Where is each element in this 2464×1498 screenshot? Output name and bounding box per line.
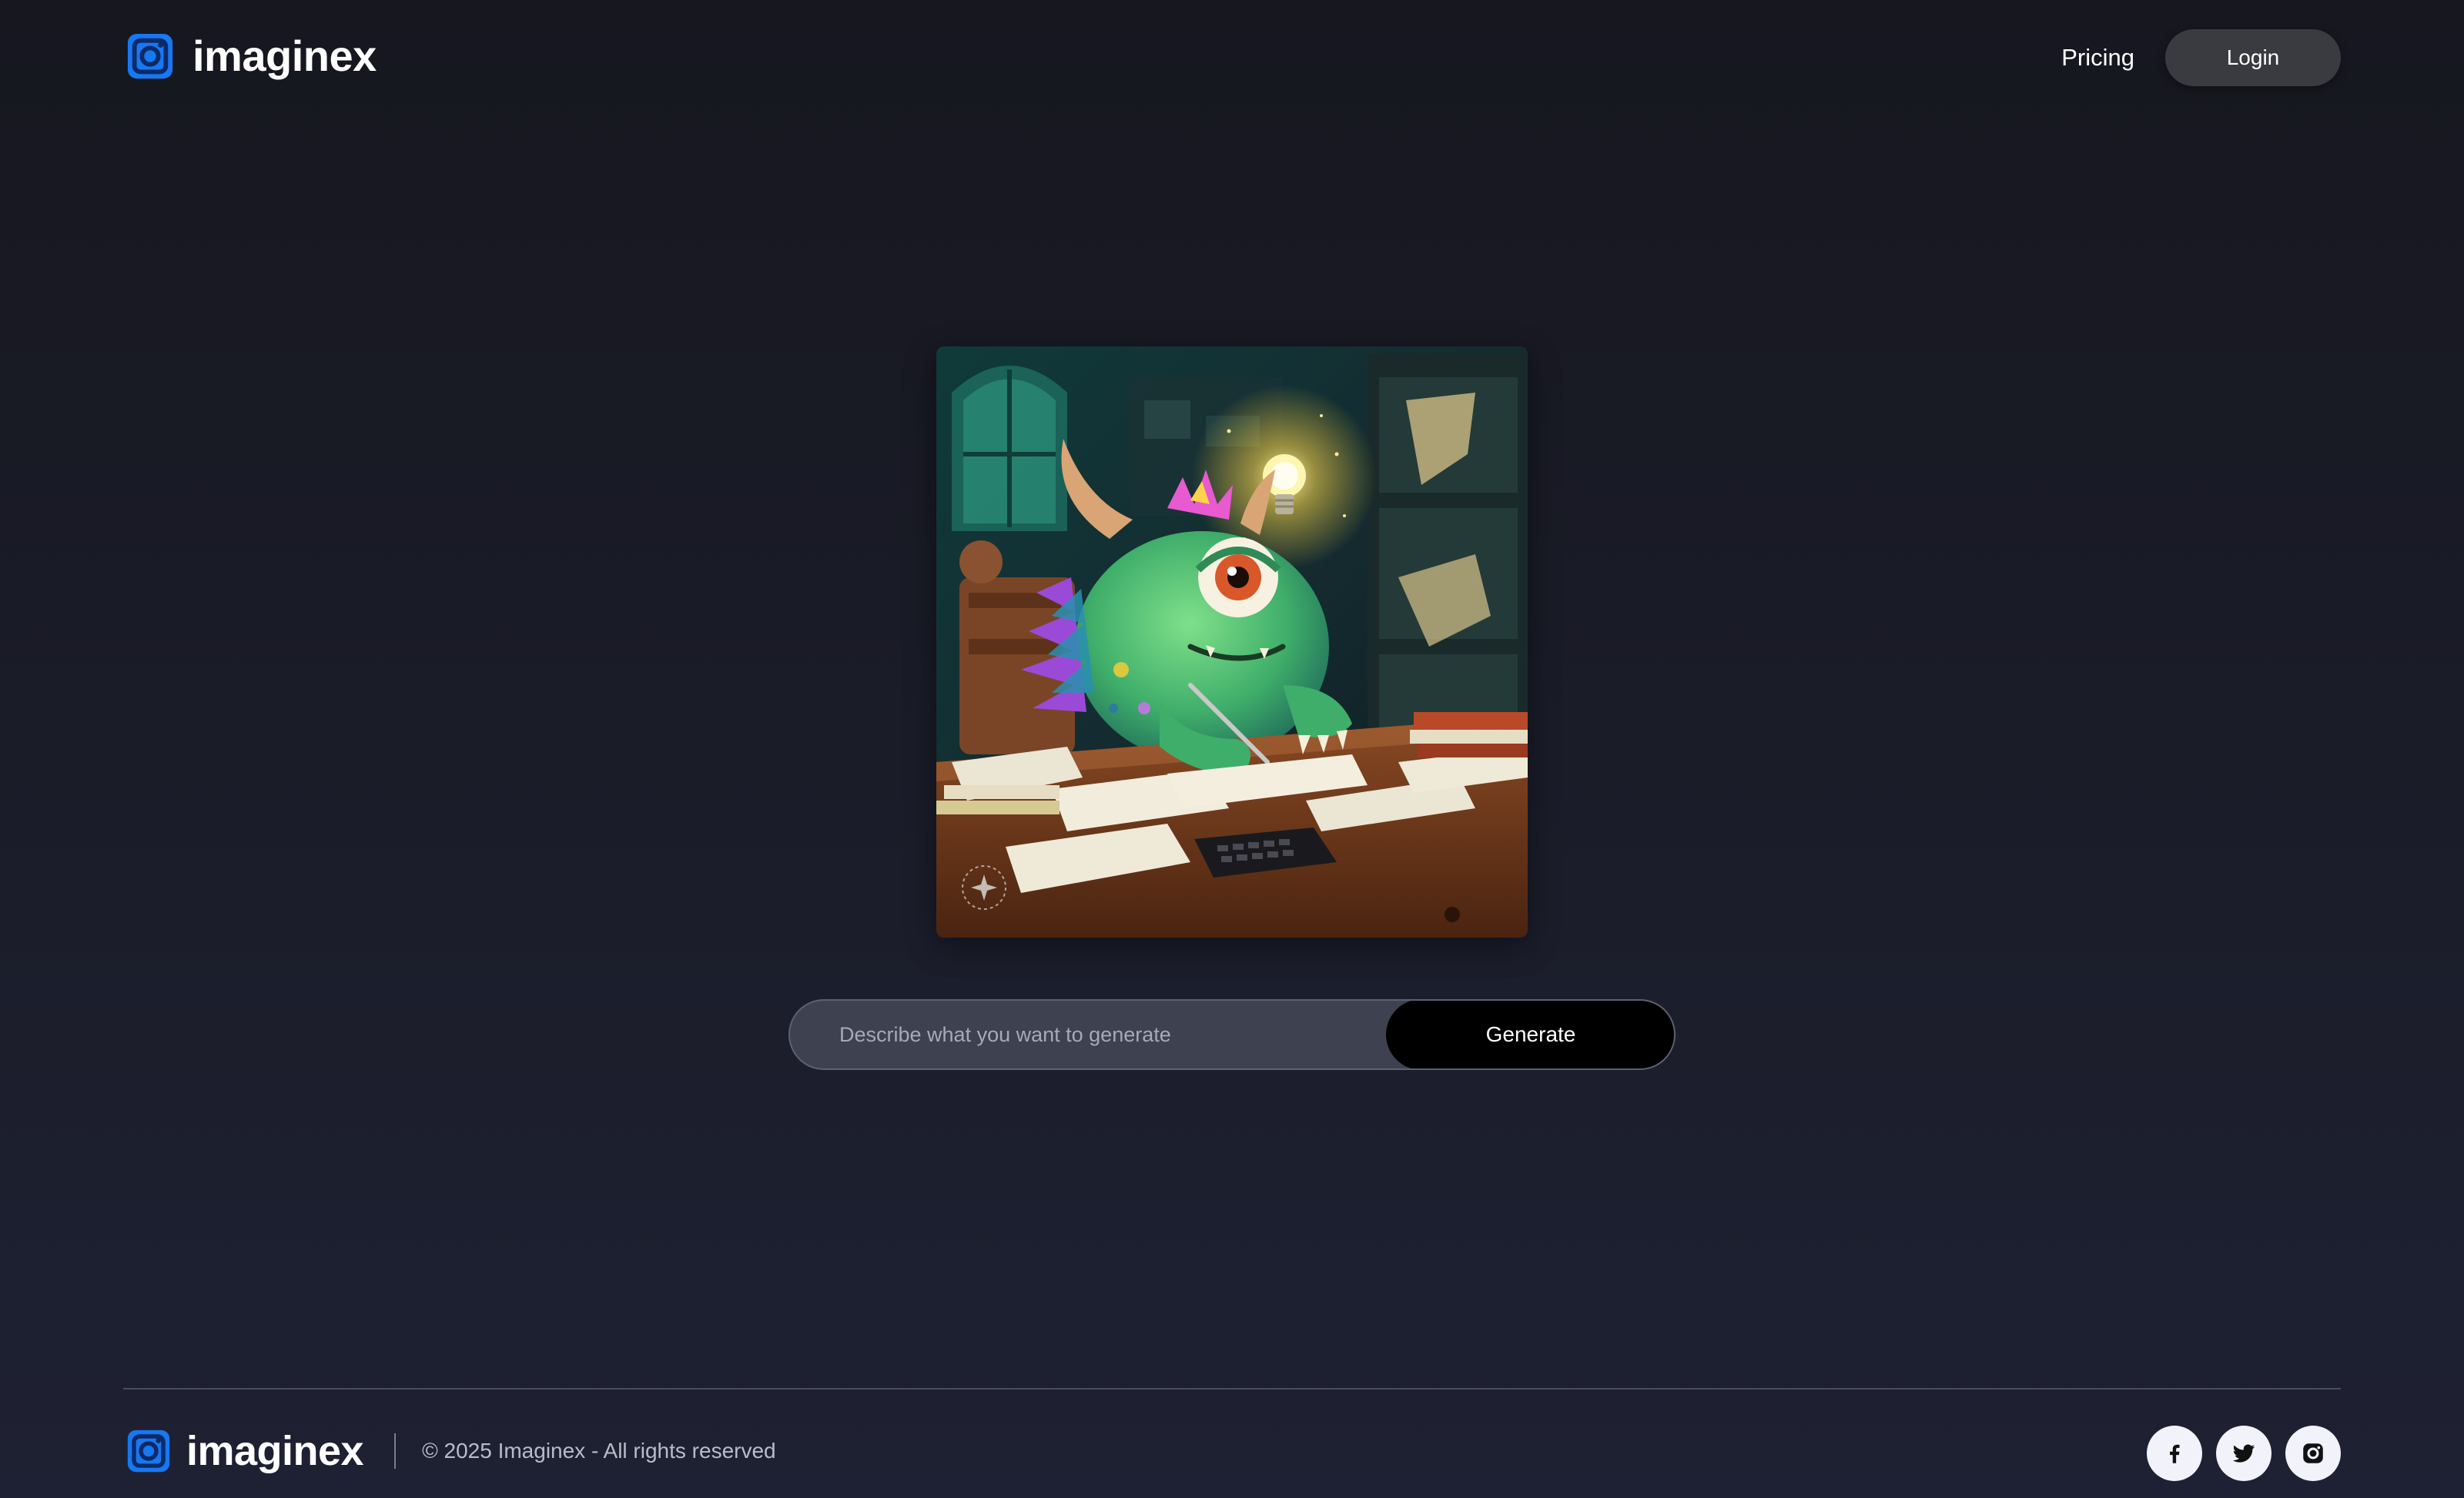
pricing-link[interactable]: Pricing [2061, 44, 2134, 72]
copyright-text: © 2025 Imaginex - All rights reserved [422, 1439, 776, 1463]
footer-divider [123, 1388, 2341, 1389]
prompt-bar: Generate [788, 999, 1676, 1070]
monster-illustration [936, 346, 1528, 938]
social-links [2147, 1426, 2341, 1481]
instagram-icon [2303, 1443, 2323, 1463]
twitter-icon [2232, 1444, 2255, 1463]
twitter-link[interactable] [2216, 1426, 2272, 1481]
camera-logo-icon [127, 1429, 170, 1473]
site-footer: imaginex © 2025 Imaginex - All rights re… [0, 1390, 2464, 1498]
facebook-link[interactable] [2147, 1426, 2202, 1481]
brand-name: imaginex [192, 32, 377, 80]
generate-button[interactable]: Generate [1386, 1001, 1674, 1068]
facebook-icon [2170, 1444, 2180, 1463]
generated-image [936, 346, 1528, 938]
site-header: imaginex Pricing Login [0, 0, 2464, 117]
footer-brand-name: imaginex [186, 1428, 364, 1474]
top-nav: Pricing Login [2061, 29, 2341, 86]
prompt-input[interactable] [790, 1001, 1386, 1068]
footer-brand: imaginex © 2025 Imaginex - All rights re… [126, 1429, 776, 1473]
brand-logo[interactable]: imaginex [126, 32, 377, 80]
instagram-link[interactable] [2285, 1426, 2341, 1481]
footer-separator [394, 1433, 397, 1469]
camera-logo-icon [127, 33, 173, 79]
login-button[interactable]: Login [2165, 29, 2341, 86]
